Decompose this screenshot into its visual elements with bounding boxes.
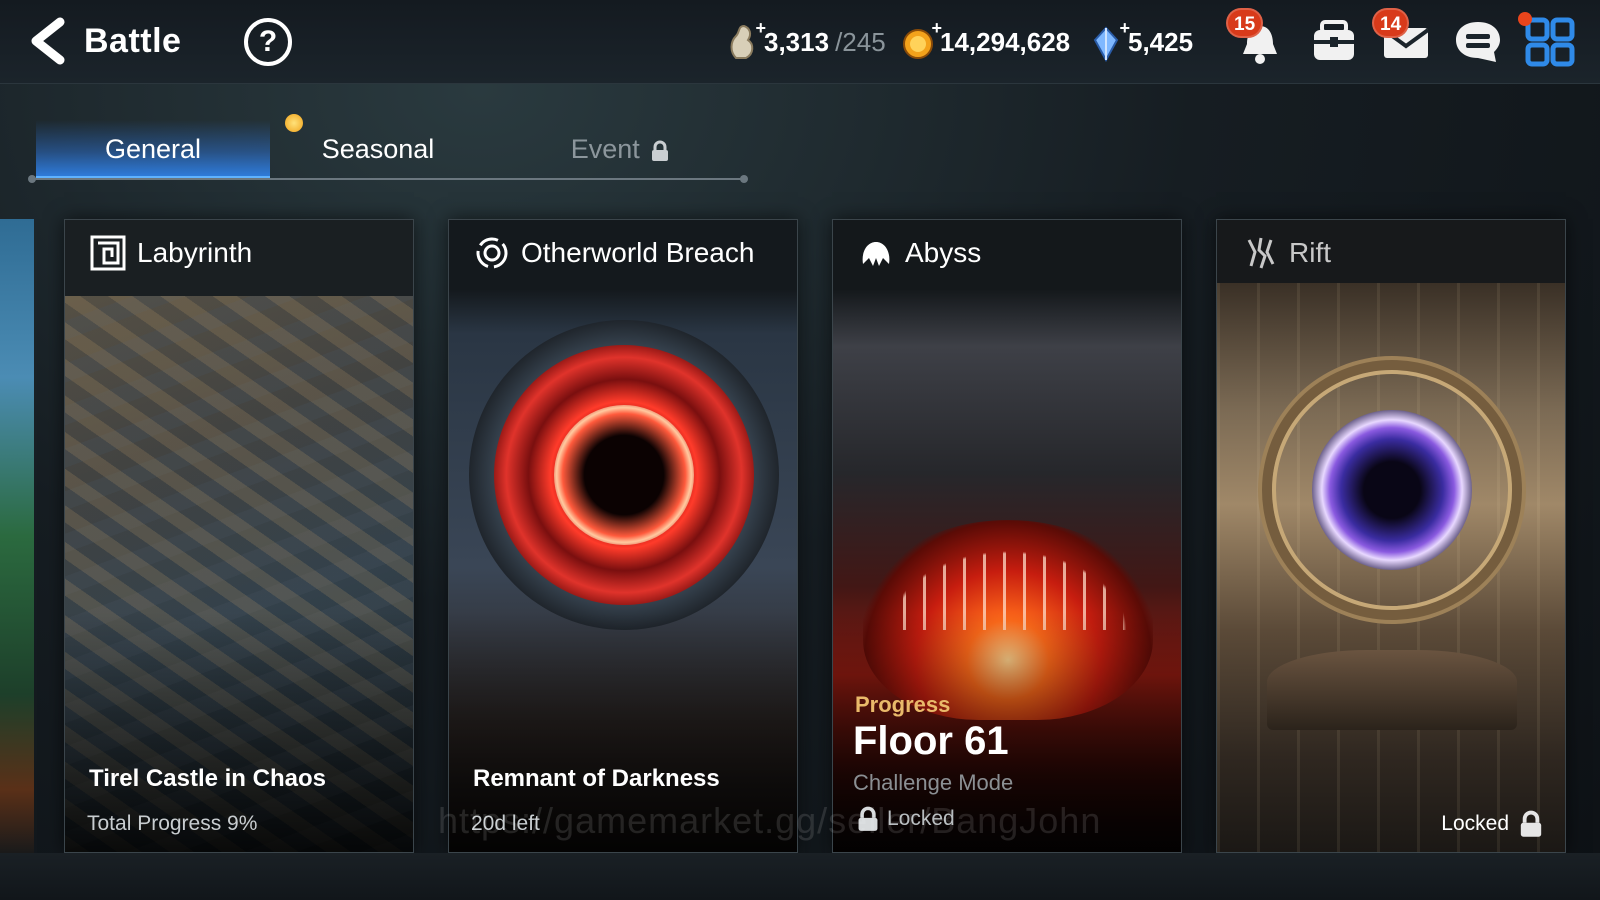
bottom-band <box>0 853 1600 900</box>
labyrinth-card[interactable]: Labyrinth Tirel Castle in Chaos Total Pr… <box>64 219 414 853</box>
chat-button[interactable] <box>1450 14 1506 70</box>
rift-lock: Locked <box>1441 810 1543 838</box>
tab-seasonal[interactable]: Seasonal <box>270 120 486 178</box>
otherworld-stage-title: Remnant of Darkness <box>473 765 720 792</box>
battle-tabs: General Seasonal Event <box>28 114 748 183</box>
tab-event[interactable]: Event <box>520 120 720 178</box>
crystal-icon: + <box>1090 18 1130 63</box>
notification-bell-button[interactable]: 15 <box>1226 8 1288 70</box>
abyss-card[interactable]: Abyss Progress Floor 61 Challenge Mode L… <box>832 219 1182 853</box>
rift-pedestal <box>1267 650 1517 730</box>
stamina-icon: + <box>726 18 766 62</box>
gold-value: 14,294,628 <box>940 26 1071 57</box>
crystal-counter[interactable]: + 5,425 <box>1090 18 1194 64</box>
mail-button[interactable]: 14 <box>1372 8 1434 70</box>
tab-general-label: General <box>104 134 202 164</box>
mail-count-badge: 14 <box>1372 8 1410 38</box>
menu-alert-dot <box>1518 12 1532 26</box>
otherworld-header: Otherworld Breach <box>473 234 754 272</box>
abyss-challenge-mode: Challenge Mode <box>853 770 1014 795</box>
abyss-header: Abyss <box>857 234 981 272</box>
stamina-value: 3,313 <box>764 26 830 57</box>
notification-count-badge: 15 <box>1226 8 1264 38</box>
rift-name: Rift <box>1289 237 1331 268</box>
backpack-icon <box>1314 20 1354 60</box>
rift-header: Rift <box>1241 234 1331 272</box>
stamina-plus-icon: + <box>755 18 766 38</box>
gold-counter[interactable]: + 14,294,628 <box>902 18 1071 64</box>
lock-icon <box>652 140 669 161</box>
main-menu-button[interactable] <box>1518 12 1578 70</box>
rift-locked-text: Locked <box>1441 812 1509 835</box>
lock-icon <box>1520 810 1542 837</box>
watermark: https://gamemarket.gg/seller/BangJohn <box>438 800 1102 841</box>
crystal-value: 5,425 <box>1128 26 1194 57</box>
maze-icon <box>90 235 126 271</box>
tab-seasonal-label: Seasonal <box>321 134 435 164</box>
abyss-progress-label: Progress <box>855 692 951 717</box>
page-title: Battle <box>84 22 182 60</box>
rift-crack-icon <box>1247 237 1275 269</box>
back-arrow-icon[interactable] <box>24 16 72 66</box>
swirl-portal-icon <box>476 237 508 269</box>
inventory-button[interactable] <box>1306 14 1362 70</box>
gold-plus-icon: + <box>931 18 942 38</box>
tabs-divider <box>28 175 748 183</box>
otherworld-name: Otherworld Breach <box>521 237 755 268</box>
rift-card[interactable]: Rift Locked <box>1216 219 1566 853</box>
chat-bubble-icon <box>1456 22 1500 62</box>
portal-core <box>554 405 694 545</box>
abyss-floor: Floor 61 <box>853 719 1009 763</box>
labyrinth-stage-title: Tirel Castle in Chaos <box>89 765 326 792</box>
tab-event-label: Event <box>570 134 640 164</box>
stamina-counter[interactable]: + 3,313/245 <box>726 18 886 64</box>
demon-claw-icon <box>862 242 890 266</box>
crystal-plus-icon: + <box>1119 18 1130 38</box>
otherworld-breach-card[interactable]: Otherworld Breach Remnant of Darkness 20… <box>448 219 798 853</box>
labyrinth-header: Labyrinth <box>89 234 252 272</box>
help-button[interactable]: ? <box>244 18 292 66</box>
tab-general[interactable]: General <box>36 120 270 180</box>
gold-coin-icon: + <box>902 18 942 62</box>
rift-portal-orb <box>1312 410 1472 570</box>
stamina-cap: /245 <box>835 26 886 57</box>
previous-card-edge[interactable] <box>0 219 34 853</box>
labyrinth-name: Labyrinth <box>137 237 253 268</box>
labyrinth-progress: Total Progress 9% <box>87 812 258 835</box>
top-bar: Battle ? + 3,313/245 + 14,294,628 + 5,42… <box>0 0 1600 84</box>
abyss-name: Abyss <box>905 237 982 268</box>
